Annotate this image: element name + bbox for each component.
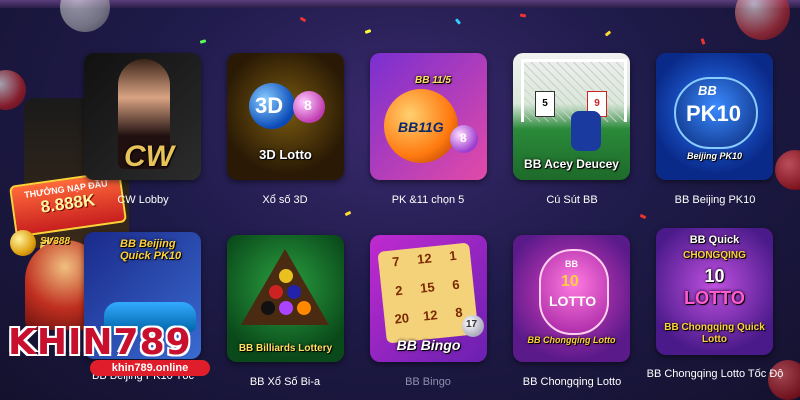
3d-text: 3D: [255, 93, 284, 118]
lotto-number: 10: [704, 266, 725, 286]
game-tile-bb-chongqing-lotto[interactable]: BB 10 LOTTO BB Chongqing Lotto: [513, 235, 630, 362]
game-label-pk-11-5[interactable]: PK &11 chọn 5: [353, 194, 503, 207]
pk10-logo: PK10: [686, 101, 742, 126]
game-label-bb-chongqing-lotto-quick[interactable]: BB Chongqing Lotto Tốc Độ: [640, 368, 790, 381]
game-label-xo-so-3d[interactable]: Xổ số 3D: [210, 194, 360, 207]
bingo-number: 7: [391, 253, 401, 270]
bingo-number: 6: [451, 276, 461, 293]
cw-logo: CW: [124, 140, 174, 173]
billiards-lottery-title: BB Billiards Lottery: [238, 343, 333, 354]
game-tile-bb-beijing-pk10[interactable]: BB PK10 Beijing PK10: [656, 53, 773, 180]
beijing-pk10-title: Beijing PK10: [686, 151, 742, 161]
billiard-ball-icon: [297, 301, 311, 315]
bingo-number: 2: [394, 282, 404, 299]
beijing-quick-pk10-title: BB Beijing Quick PK10: [120, 238, 182, 262]
chongqing-word: CHONGQING: [683, 250, 746, 261]
billiard-ball-icon: [287, 285, 301, 299]
bingo-number: 15: [419, 278, 436, 296]
game-tile-bb-bingo[interactable]: 7 12 1 2 15 6 20 12 8 17 BB Bingo: [370, 235, 487, 362]
billiard-ball-icon: [279, 301, 293, 315]
game-label-bb-beijing-pk10[interactable]: BB Beijing PK10: [640, 194, 790, 207]
game-tile-cu-sut-bb[interactable]: 5 9 BB Acey Deucey: [513, 53, 630, 180]
brand-logo: KHIN789: [8, 322, 192, 363]
bb-bingo-title: BB Bingo: [396, 337, 461, 353]
billiard-ball-icon: [269, 285, 283, 299]
bb-quick-text: BB Quick: [689, 234, 740, 246]
acey-deucey-title: BB Acey Deucey: [524, 157, 619, 171]
chongqing-quick-title: BB Chongqing Quick Lotto: [664, 322, 765, 345]
game-tile-cw-lobby[interactable]: CW: [84, 53, 201, 180]
game-tile-xo-so-3d[interactable]: 3D 8 3D Lotto: [227, 53, 344, 180]
lotto-word: LOTTO: [549, 293, 597, 309]
bb-11-5-title: BB 11/5: [415, 75, 451, 86]
game-tile-bb-xo-so-bi-a[interactable]: BB Billiards Lottery: [227, 235, 344, 362]
lotto-word: LOTTO: [684, 288, 745, 308]
bingo-number: 12: [416, 250, 433, 267]
bingo-ball-number: 17: [466, 319, 478, 330]
game-tile-bb-chongqing-lotto-quick[interactable]: BB Quick CHONGQING 10 LOTTO BB Chongqing…: [656, 228, 773, 355]
bb-text: BB: [565, 259, 578, 269]
bingo-number: 1: [448, 247, 458, 264]
game-label-cu-sut-bb[interactable]: Cú Sút BB: [497, 194, 647, 207]
ball-number: 8: [460, 131, 467, 145]
billiard-ball-icon: [261, 301, 275, 315]
bingo-number: 20: [393, 310, 410, 327]
player-figure: [571, 111, 601, 151]
game-label-bb-chongqing-lotto[interactable]: BB Chongqing Lotto: [497, 376, 647, 389]
brand-url: khin789.online: [90, 360, 210, 376]
bingo-number: 12: [422, 307, 439, 324]
game-label-cw-lobby[interactable]: CW Lobby: [68, 194, 218, 207]
game-tile-pk-11-5[interactable]: BB 11/5 BB11G 8: [370, 53, 487, 180]
game-label-bb-xo-so-bi-a[interactable]: BB Xổ Số Bi-a: [210, 376, 360, 389]
game-label-bb-bingo[interactable]: BB Bingo: [353, 376, 503, 389]
billiard-ball-icon: [279, 269, 293, 283]
bb11g-logo: BB11G: [398, 119, 444, 135]
bb-text: BB: [698, 83, 717, 98]
card-5: 5: [535, 91, 555, 117]
lotto-3d-title: 3D Lotto: [259, 147, 312, 162]
ball-number: 8: [304, 97, 312, 113]
lotto-number: 10: [561, 273, 579, 290]
chongqing-lotto-title: BB Chongqing Lotto: [527, 335, 616, 345]
brand-watermark: KHIN789: [8, 322, 238, 363]
